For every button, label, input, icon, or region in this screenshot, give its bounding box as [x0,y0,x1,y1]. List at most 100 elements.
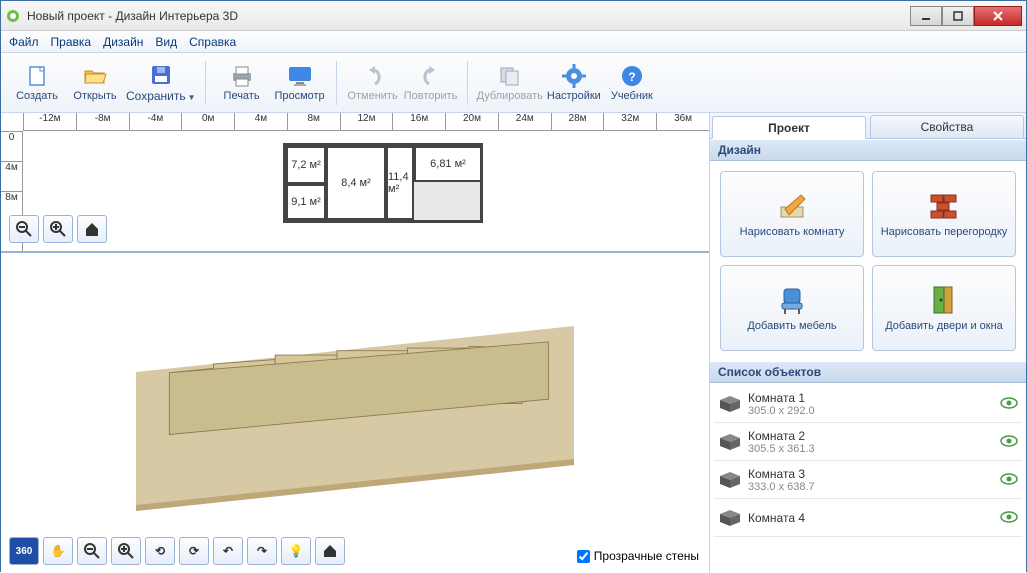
orbit-360-button[interactable]: 360 [9,537,39,565]
rotate-360-icon: 360 [16,546,33,557]
rotate-right-button[interactable]: ⟳ [179,537,209,565]
side-panel: Проект Свойства Дизайн Нарисовать комнат… [710,113,1026,573]
rotate-left-icon: ⟲ [155,544,165,558]
object-name: Комната 1 [748,391,994,405]
undo-icon [359,64,387,88]
svg-text:?: ? [628,70,635,84]
cube-icon [718,508,742,528]
settings-button[interactable]: Настройки [546,57,602,109]
brick-wall-icon [928,190,960,222]
toolbar-separator [205,61,206,105]
room[interactable]: 6,81 м² [414,146,482,182]
room[interactable]: 11,4 м² [386,146,414,220]
visibility-toggle[interactable] [1000,511,1018,525]
section-objects-header: Список объектов [710,361,1026,383]
tutorial-button[interactable]: ? Учебник [604,57,660,109]
tilt-up-button[interactable]: ↶ [213,537,243,565]
side-tabs: Проект Свойства [710,113,1026,139]
button-label: Нарисовать комнату [740,226,845,239]
pan-button[interactable]: ✋ [43,537,73,565]
toolbar-label: Отменить [347,90,397,102]
object-row[interactable]: Комната 2305.5 x 361.3 [714,423,1022,461]
add-furniture-button[interactable]: Добавить мебель [720,265,864,351]
object-dims: 305.5 x 361.3 [748,443,994,455]
add-doors-windows-button[interactable]: Добавить двери и окна [872,265,1016,351]
minimize-button[interactable] [910,6,942,26]
zoom-in-button[interactable] [43,215,73,243]
cube-icon [718,432,742,452]
room[interactable]: 7,2 м² [286,146,326,184]
save-button[interactable]: Сохранить▼ [125,57,197,109]
print-button[interactable]: Печать [214,57,270,109]
chair-icon [776,284,808,316]
duplicate-icon [496,64,524,88]
open-button[interactable]: Открыть [67,57,123,109]
floorplan[interactable]: 7,2 м² 8,4 м² 11,4 м² 6,81 м² 9,1 м² [283,143,483,223]
redo-button[interactable]: Повторить [403,57,459,109]
undo-button[interactable]: Отменить [345,57,401,109]
menu-edit[interactable]: Правка [51,35,92,49]
room[interactable]: 8,4 м² [326,146,386,220]
door-icon [928,284,960,316]
walls-3d [108,311,601,487]
ruler-horizontal: -12м -8м -4м 0м 4м 8м 12м 16м 20м 24м 28… [23,113,709,131]
object-list[interactable]: Комната 1305.0 x 292.0 Комната 2305.5 x … [710,383,1026,573]
cube-icon [718,394,742,414]
rotate-left-button[interactable]: ⟲ [145,537,175,565]
zoom-out-button[interactable] [9,215,39,243]
plan-view-2d[interactable]: -12м -8м -4м 0м 4м 8м 12м 16м 20м 24м 28… [1,113,709,253]
zoom-out-3d-button[interactable] [77,537,107,565]
object-row[interactable]: Комната 4 [714,499,1022,537]
folder-open-icon [81,64,109,88]
toolbar-label: Сохранить▼ [126,89,196,103]
tilt-up-icon: ↶ [223,544,233,558]
visibility-toggle[interactable] [1000,397,1018,411]
monitor-icon [286,64,314,88]
tilt-down-button[interactable]: ↷ [247,537,277,565]
object-name: Комната 2 [748,429,994,443]
home-icon [322,543,338,559]
pencil-room-icon [776,190,808,222]
checkbox-input[interactable] [577,550,590,563]
cube-icon [718,470,742,490]
menu-design[interactable]: Дизайн [103,35,143,49]
zoom-in-3d-button[interactable] [111,537,141,565]
maximize-button[interactable] [942,6,974,26]
room[interactable]: 9,1 м² [286,184,326,220]
tab-properties[interactable]: Свойства [870,115,1024,138]
transparent-walls-checkbox[interactable]: Прозрачные стены [577,549,699,563]
render-view-3d[interactable]: 360 ✋ ⟲ ⟳ ↶ ↷ 💡 Прозрачные стены [1,253,709,573]
home-icon [83,220,101,238]
draw-partition-button[interactable]: Нарисовать перегородку [872,171,1016,257]
draw-room-button[interactable]: Нарисовать комнату [720,171,864,257]
lighting-button[interactable]: 💡 [281,537,311,565]
close-button[interactable] [974,6,1022,26]
toolbar-separator [467,61,468,105]
home-view-button[interactable] [77,215,107,243]
help-icon: ? [618,64,646,88]
button-label: Добавить мебель [747,320,836,333]
plan-canvas[interactable]: 7,2 м² 8,4 м² 11,4 м² 6,81 м² 9,1 м² [23,131,709,251]
button-label: Добавить двери и окна [885,320,1003,333]
menu-file[interactable]: Файл [9,35,39,49]
window-title: Новый проект - Дизайн Интерьера 3D [27,9,910,23]
preview-button[interactable]: Просмотр [272,57,328,109]
duplicate-button[interactable]: Дублировать [476,57,544,109]
object-row[interactable]: Комната 1305.0 x 292.0 [714,385,1022,423]
home-3d-button[interactable] [315,537,345,565]
render-canvas[interactable] [81,273,629,525]
toolbar-label: Повторить [404,90,458,102]
object-row[interactable]: Комната 3333.0 x 638.7 [714,461,1022,499]
visibility-toggle[interactable] [1000,473,1018,487]
toolbar-label: Просмотр [274,90,324,102]
menu-help[interactable]: Справка [189,35,236,49]
new-file-icon [23,64,51,88]
toolbar-label: Дублировать [477,90,543,102]
menu-view[interactable]: Вид [155,35,177,49]
tab-project[interactable]: Проект [712,116,866,139]
hand-icon: ✋ [51,544,66,558]
object-dims: 305.0 x 292.0 [748,405,994,417]
create-button[interactable]: Создать [9,57,65,109]
visibility-toggle[interactable] [1000,435,1018,449]
zoom-out-icon [15,220,33,238]
